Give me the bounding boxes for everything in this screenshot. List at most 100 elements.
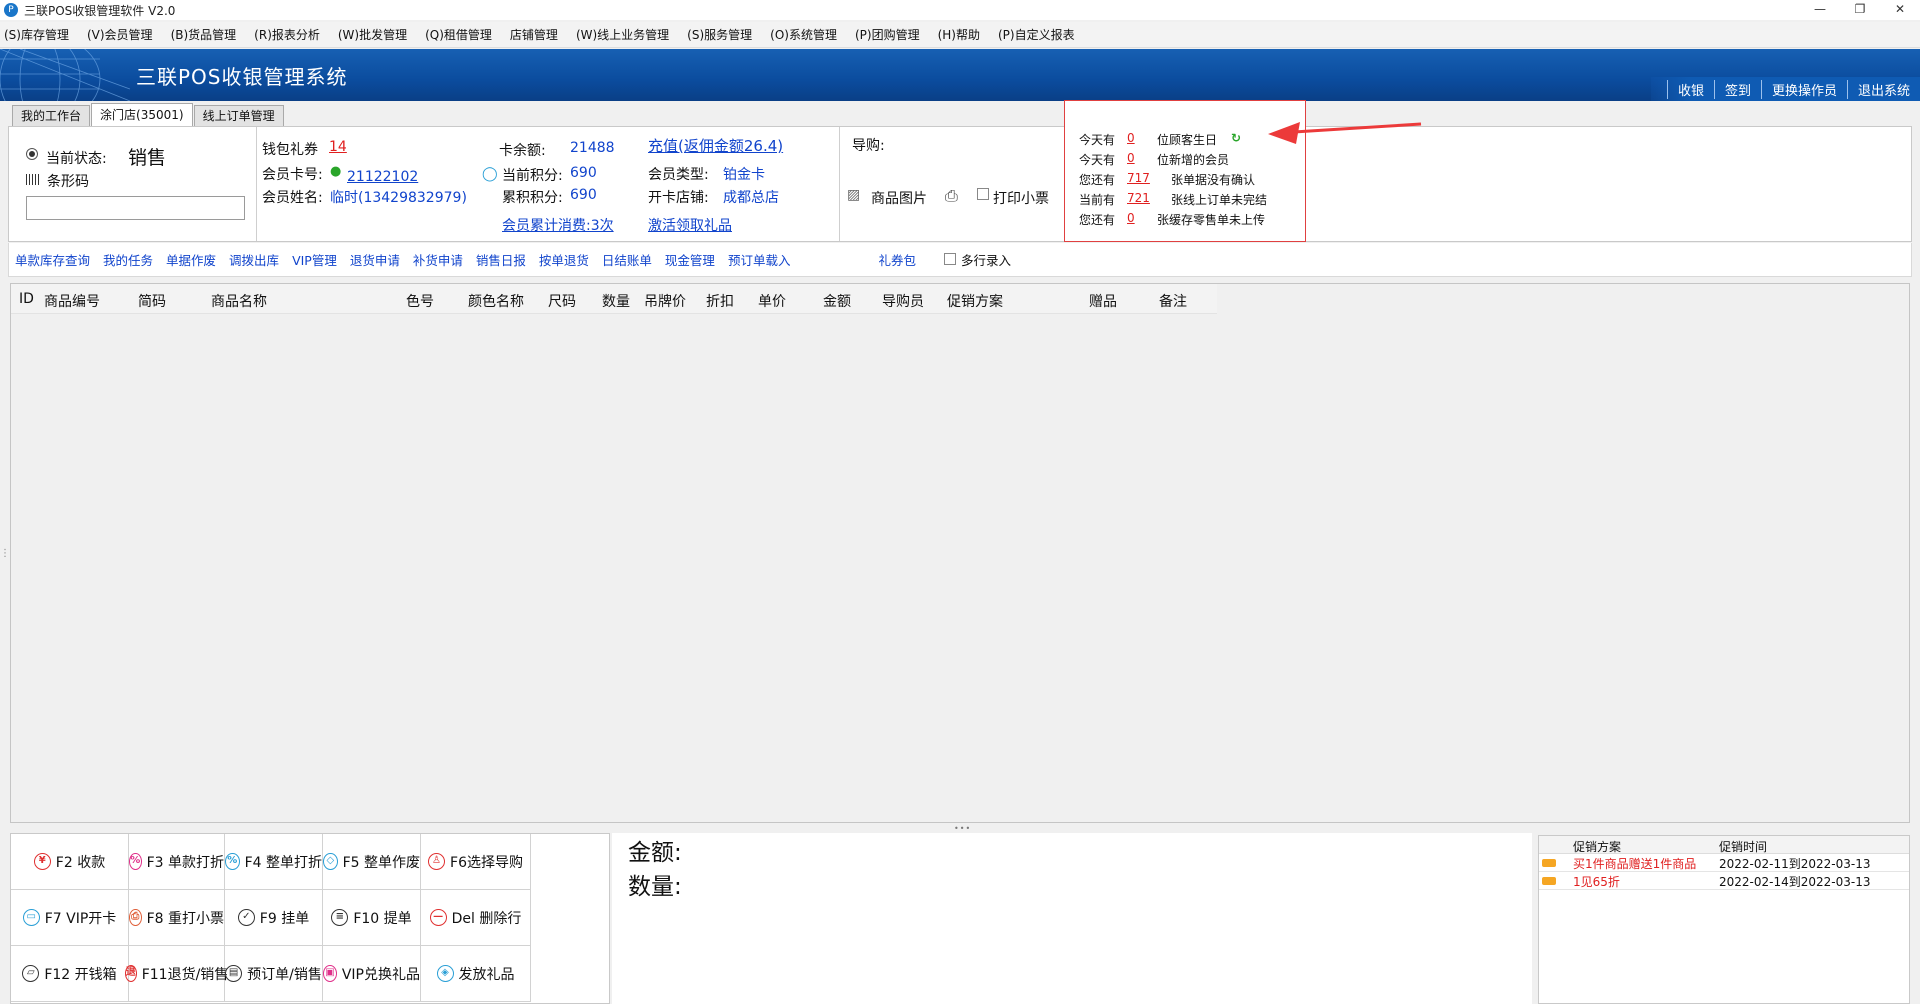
exit-system-link[interactable]: 退出系统 [1846, 79, 1920, 99]
col-header[interactable]: 单价 [758, 291, 786, 311]
notice-count-link[interactable]: 721 [1127, 191, 1171, 208]
col-header[interactable]: 折扣 [706, 291, 734, 311]
menu-custom-report[interactable]: (P)自定义报表 [998, 26, 1075, 43]
fkey-button[interactable]: ¥ F2 收款 [11, 834, 129, 890]
sign-in-link[interactable]: 签到 [1713, 79, 1761, 99]
fkey-button[interactable]: ▭ F7 VIP开卡 [11, 890, 129, 946]
chat-bubble-icon[interactable]: ◯ [482, 166, 498, 182]
menu-rental[interactable]: (Q)租借管理 [425, 26, 492, 43]
col-header[interactable]: 简码 [138, 291, 166, 311]
notice-count-link[interactable]: 0 [1127, 211, 1157, 228]
fkey-button[interactable]: ✓ F9 挂单 [225, 890, 323, 946]
printer-icon[interactable]: ⎙ [945, 186, 958, 206]
menu-goods[interactable]: (B)货品管理 [171, 26, 237, 43]
toolbar-item-restock-request[interactable]: 补货申请 [413, 250, 463, 269]
fkey-button[interactable]: % F3 单款打折 [129, 834, 225, 890]
barcode-input[interactable] [26, 196, 245, 220]
notice-count-link[interactable]: 0 [1127, 131, 1157, 148]
toolbar-item-my-tasks[interactable]: 我的任务 [103, 250, 153, 269]
refresh-icon[interactable]: ↻ [1231, 131, 1241, 148]
menu-online[interactable]: (W)线上业务管理 [576, 26, 669, 43]
picture-icon[interactable]: ▨ [847, 187, 860, 203]
card-no-value[interactable]: 21122102 [347, 169, 418, 185]
toolbar-item-return-request[interactable]: 退货申请 [350, 250, 400, 269]
menu-help[interactable]: (H)帮助 [938, 26, 980, 43]
fkey-button[interactable]: — Del 删除行 [421, 890, 531, 946]
notice-count-link[interactable]: 0 [1127, 151, 1157, 168]
member-consume-link[interactable]: 会员累计消费:3次 [502, 215, 614, 235]
menu-system[interactable]: (O)系统管理 [770, 26, 837, 43]
product-image-button[interactable]: 商品图片 [871, 188, 927, 208]
total-points-label: 累积积分: [502, 190, 563, 206]
toolbar-item-daily-sales[interactable]: 销售日报 [476, 250, 526, 269]
toolbar-item-load-preorder[interactable]: 预订单载入 [728, 250, 791, 269]
menu-inventory[interactable]: (S)库存管理 [4, 26, 69, 43]
col-header[interactable]: 商品名称 [211, 291, 267, 311]
col-header[interactable]: 色号 [406, 291, 434, 311]
menu-service[interactable]: (S)服务管理 [687, 26, 752, 43]
col-header[interactable]: 赠品 [1089, 291, 1117, 311]
col-header[interactable]: ID [19, 291, 34, 307]
splitter-handle[interactable]: ⋮ [0, 548, 10, 559]
print-ticket-checkbox[interactable] [977, 188, 989, 203]
toolbar-item-coupon-pack[interactable]: 礼券包 [878, 250, 916, 269]
toolbar-item-transfer-out[interactable]: 调拨出库 [229, 250, 279, 269]
menu-member[interactable]: (V)会员管理 [87, 26, 153, 43]
cashier-link[interactable]: 收银 [1666, 79, 1714, 99]
toolbar-item-return-by-order[interactable]: 按单退货 [539, 250, 589, 269]
col-header[interactable]: 促销方案 [947, 291, 1003, 311]
toolbar-item-vip[interactable]: VIP管理 [292, 250, 337, 269]
status-radio[interactable] [26, 148, 38, 163]
restore-button[interactable]: ❐ [1840, 0, 1880, 20]
gift-icon: ▣ [323, 965, 337, 982]
fkey-button[interactable]: ▤ 预订单/销售 [225, 946, 323, 1002]
tab-workbench[interactable]: 我的工作台 [12, 105, 91, 127]
menu-reports[interactable]: (R)报表分析 [254, 26, 320, 43]
promo-name[interactable]: 1见65折 [1573, 873, 1620, 890]
recharge-link[interactable]: 充值(返佣金额26.4) [648, 135, 783, 156]
fkey-button[interactable]: % F4 整单打折 [225, 834, 323, 890]
col-header[interactable]: 尺码 [548, 291, 576, 311]
fkey-button[interactable]: ♙ F6选择导购 [421, 834, 531, 890]
multi-row-checkbox[interactable] [943, 252, 956, 267]
col-header[interactable]: 导购员 [882, 291, 924, 311]
fkey-button[interactable]: ≡ F10 提单 [323, 890, 421, 946]
switch-operator-link[interactable]: 更换操作员 [1760, 79, 1847, 99]
fkey-button[interactable]: 退 F11退货/销售 [124, 946, 228, 1002]
col-header[interactable]: 数量 [602, 291, 630, 311]
toolbar-item-daily-settle[interactable]: 日结账单 [602, 250, 652, 269]
close-button[interactable]: ✕ [1880, 0, 1920, 20]
toolbar-item-stock-query[interactable]: 单款库存查询 [15, 250, 90, 269]
activate-gift-link[interactable]: 激活领取礼品 [648, 215, 732, 235]
fkey-button[interactable]: ◇ F5 整单作废 [323, 834, 421, 890]
col-header[interactable]: 备注 [1159, 291, 1187, 311]
tab-online-orders[interactable]: 线上订单管理 [193, 105, 284, 127]
col-header[interactable]: 商品编号 [44, 291, 100, 311]
fkey-button[interactable]: ⎙ F8 重打小票 [129, 890, 225, 946]
toolbar-item-cash[interactable]: 现金管理 [665, 250, 715, 269]
promo-tag-icon [1542, 859, 1556, 867]
menu-store[interactable]: 店铺管理 [510, 26, 558, 43]
col-header[interactable]: 颜色名称 [468, 291, 524, 311]
sales-info-panel: 当前状态: 销售 条形码 钱包礼券 14 会员卡号: ● 21122102 会员… [8, 126, 1912, 242]
promo-time: 2022-02-14到2022-03-13 [1719, 875, 1871, 889]
menu-wholesale[interactable]: (W)批发管理 [338, 26, 407, 43]
yuan-icon: ¥ [33, 853, 51, 870]
notice-count-link[interactable]: 717 [1127, 171, 1171, 188]
fkey-button[interactable]: ◈ 发放礼品 [421, 946, 531, 1002]
toolbar-item-void-doc[interactable]: 单据作废 [166, 250, 216, 269]
splitter-handle[interactable]: ••• [954, 824, 970, 833]
col-header[interactable]: 金额 [823, 291, 851, 311]
sales-grid[interactable]: ID 商品编号 简码 商品名称 色号 颜色名称 尺码 数量 吊牌价 折扣 单价 … [10, 283, 1910, 823]
minimize-button[interactable]: — [1800, 0, 1840, 20]
menu-group-buy[interactable]: (P)团购管理 [855, 26, 920, 43]
member-type-value: 铂金卡 [723, 167, 765, 183]
promotion-table: 促销方案 促销时间 买1件商品赠送1件商品 2022-02-11到2022-03… [1538, 835, 1910, 1004]
col-header[interactable]: 吊牌价 [644, 291, 686, 311]
promo-name[interactable]: 买1件商品赠送1件商品 [1573, 855, 1696, 872]
tab-store[interactable]: 涂门店(35001) [91, 103, 193, 127]
fkey-button[interactable]: ▱ F12 开钱箱 [11, 946, 129, 1002]
barcode-label: 条形码 [47, 174, 89, 190]
wallet-coupon-value[interactable]: 14 [329, 139, 347, 155]
fkey-button[interactable]: ▣ VIP兑换礼品 [323, 946, 421, 1002]
